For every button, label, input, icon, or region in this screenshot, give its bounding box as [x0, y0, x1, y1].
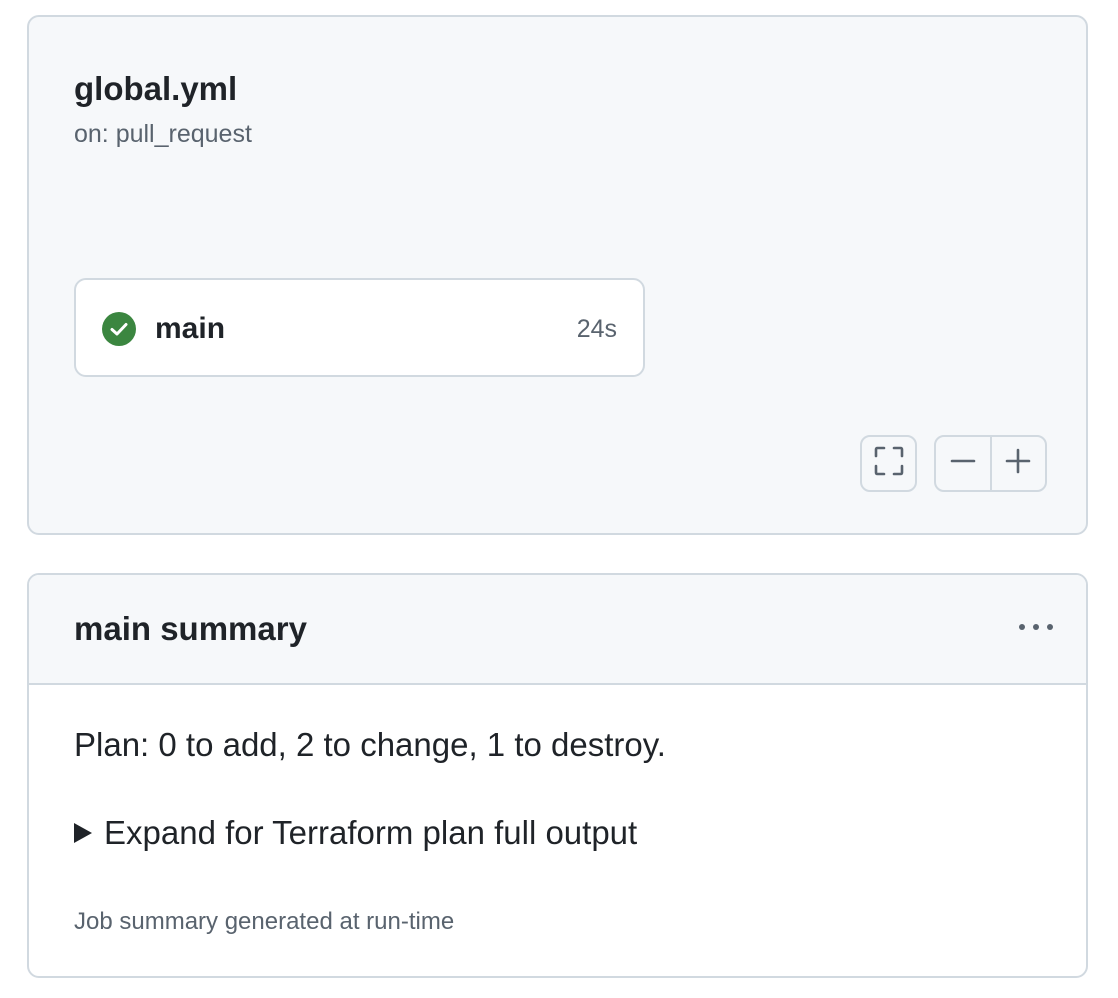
summary-header: main summary [29, 575, 1086, 685]
fullscreen-button[interactable] [860, 435, 917, 492]
zoom-out-button[interactable] [936, 437, 990, 490]
plus-icon [1005, 448, 1031, 479]
summary-footer-text: Job summary generated at run-time [74, 908, 455, 935]
job-duration: 24s [576, 315, 617, 343]
details-label: Expand for Terraform plan full output [104, 814, 638, 851]
plan-result-text: Plan: 0 to add, 2 to change, 1 to destro… [74, 726, 666, 763]
job-node-main[interactable]: main 24s [74, 278, 645, 377]
workflow-graph-card: global.yml on: pull_request main 24s [27, 15, 1088, 535]
kebab-horizontal-icon [1016, 619, 1056, 637]
minus-icon [950, 448, 976, 479]
summary-title: main summary [74, 610, 307, 647]
triangle-right-icon [74, 823, 92, 843]
workflow-trigger: on: pull_request [74, 120, 252, 148]
terraform-output-details-toggle[interactable]: Expand for Terraform plan full output [74, 813, 637, 853]
screen-full-icon [873, 445, 905, 482]
workflow-file-name: global.yml [74, 70, 238, 107]
zoom-controls [934, 435, 1047, 492]
zoom-in-button[interactable] [992, 437, 1046, 490]
job-name: main [155, 312, 226, 345]
summary-menu-button[interactable] [1014, 611, 1058, 645]
check-circle-fill-icon [102, 312, 136, 346]
job-summary-card: main summary Plan: 0 to add, 2 to change… [27, 573, 1088, 978]
